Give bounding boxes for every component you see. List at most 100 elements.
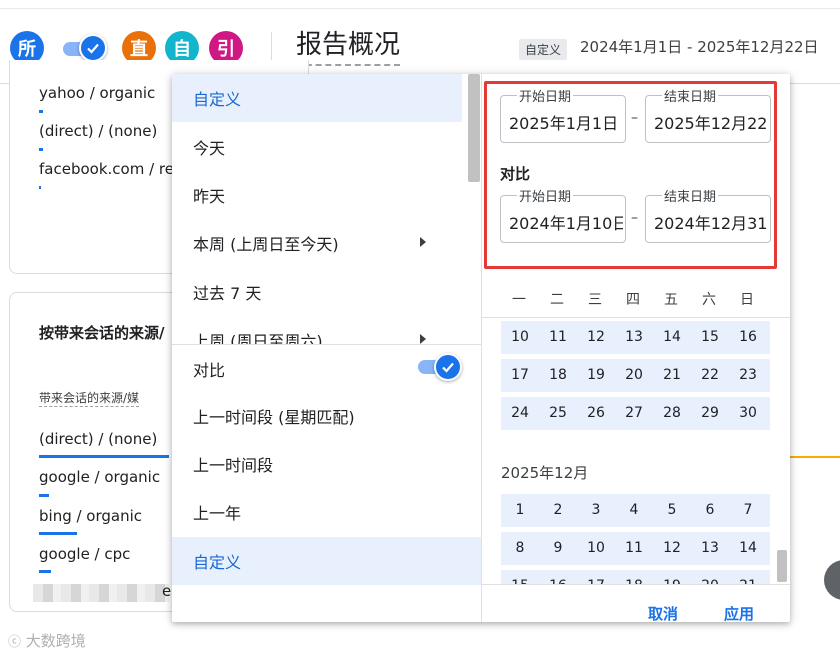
calendar-day[interactable]: 7 <box>729 494 767 527</box>
watermark-logo: ⓒ 大数跨境 <box>8 630 86 651</box>
calendar-day[interactable]: 30 <box>729 397 767 430</box>
submenu-arrow-icon <box>420 334 426 344</box>
calendar-day[interactable]: 3 <box>577 494 615 527</box>
calendar-day[interactable]: 11 <box>539 321 577 354</box>
calendar-day[interactable]: 21 <box>653 359 691 392</box>
page-title[interactable]: 报告概况 <box>296 28 401 66</box>
calendar-week: 8 9 10 11 12 13 14 <box>501 532 770 565</box>
calendar-day[interactable]: 20 <box>615 359 653 392</box>
compare-toggle[interactable] <box>418 353 462 381</box>
compare-start-date-field[interactable]: 开始日期 2024年1月10日 <box>500 186 626 243</box>
calendar-day[interactable]: 14 <box>653 321 691 354</box>
calendar-day[interactable]: 19 <box>577 359 615 392</box>
calendar-day[interactable]: 13 <box>691 532 729 565</box>
calendar-day[interactable]: 10 <box>577 532 615 565</box>
calendar-day[interactable]: 1 <box>501 494 539 527</box>
watermark-text: 大数跨境 <box>25 632 86 650</box>
calendar-day[interactable]: 10 <box>501 321 539 354</box>
check-icon <box>79 34 107 62</box>
table-row: (direct) / (none) <box>39 430 158 448</box>
calendar-day[interactable]: 16 <box>729 321 767 354</box>
segment-toggle[interactable] <box>63 34 107 62</box>
calendar-day[interactable]: 23 <box>729 359 767 392</box>
calendar-divider <box>482 317 790 318</box>
preset-last-week[interactable]: 上周 (周日至周六) <box>172 316 462 344</box>
calendar-day[interactable]: 11 <box>615 532 653 565</box>
field-label: 开始日期 <box>517 186 574 205</box>
compare-custom[interactable]: 自定义 <box>172 537 481 585</box>
compare-end-date-field[interactable]: 结束日期 2024年12月31日 <box>645 186 771 243</box>
preset-yesterday[interactable]: 昨天 <box>172 171 462 219</box>
weekday-header: 一 二 三 四 五 六 日 <box>500 289 770 313</box>
end-date-value[interactable]: 2025年12月22日 <box>654 110 768 134</box>
preset-label: 自定义 <box>193 90 242 109</box>
calendar-day[interactable]: 25 <box>539 397 577 430</box>
calendar-day[interactable]: 2 <box>539 494 577 527</box>
calendar-week: 10 11 12 13 14 15 16 <box>501 321 770 354</box>
calendar-day[interactable]: 5 <box>653 494 691 527</box>
weekday-label: 日 <box>740 292 754 308</box>
calendar-day[interactable]: 18 <box>539 359 577 392</box>
row-bar <box>39 494 49 497</box>
compare-option-label: 自定义 <box>193 553 242 572</box>
weekday-label: 一 <box>512 292 526 308</box>
row-bar <box>39 532 77 535</box>
compare-previous-year[interactable]: 上一年 <box>172 488 481 536</box>
table-row: bing / organic <box>39 507 143 525</box>
table-row: google / cpc <box>39 545 131 563</box>
column-header[interactable]: 带来会话的来源/媒 <box>39 389 140 407</box>
calendar-scrollbar[interactable] <box>777 550 787 582</box>
row-bar <box>39 455 169 458</box>
compare-previous-period-weekday[interactable]: 上一时间段 (星期匹配) <box>172 392 481 440</box>
preset-label: 昨天 <box>193 187 226 206</box>
preset-label: 上周 (周日至周六) <box>193 332 323 344</box>
calendar-day[interactable]: 24 <box>501 397 539 430</box>
cancel-button[interactable]: 取消 <box>648 603 678 622</box>
compare-start-date-value[interactable]: 2024年1月10日 <box>509 210 623 234</box>
calendar-day[interactable]: 6 <box>691 494 729 527</box>
preset-label: 过去 7 天 <box>193 284 262 303</box>
compare-end-date-value[interactable]: 2024年12月31日 <box>654 210 768 234</box>
compare-option-label: 上一时间段 (星期匹配) <box>193 408 355 427</box>
calendar-day[interactable]: 9 <box>539 532 577 565</box>
preset-custom[interactable]: 自定义 <box>172 74 462 122</box>
compare-section: 对比 上一时间段 (星期匹配) 上一时间段 上一年 自定义 <box>172 344 481 622</box>
floating-action-button[interactable] <box>824 560 840 600</box>
compare-label: 对比 <box>193 361 226 380</box>
top-divider <box>0 8 840 9</box>
date-range-chip[interactable]: 自定义 <box>519 39 568 60</box>
calendar-day[interactable]: 12 <box>653 532 691 565</box>
field-label: 开始日期 <box>517 86 574 105</box>
table-row: yahoo / organic <box>39 84 156 102</box>
dropdown-footer: 取消 应用 <box>482 584 790 622</box>
compare-option-label: 上一年 <box>193 504 242 523</box>
preset-today[interactable]: 今天 <box>172 123 462 171</box>
weekday-label: 六 <box>702 292 716 308</box>
calendar-day[interactable]: 22 <box>691 359 729 392</box>
weekday-label: 三 <box>588 292 602 308</box>
calendar-day[interactable]: 27 <box>615 397 653 430</box>
calendar-day[interactable]: 8 <box>501 532 539 565</box>
apply-button[interactable]: 应用 <box>724 603 754 622</box>
end-date-field[interactable]: 结束日期 2025年12月22日 <box>645 86 771 143</box>
start-date-value[interactable]: 2025年1月1日 <box>509 110 623 134</box>
calendar-day[interactable]: 15 <box>691 321 729 354</box>
calendar-week: 17 18 19 20 21 22 23 <box>501 359 770 392</box>
calendar-day[interactable]: 29 <box>691 397 729 430</box>
calendar-day[interactable]: 4 <box>615 494 653 527</box>
preset-label: 今天 <box>193 139 226 158</box>
date-range-text[interactable]: 2024年1月1日 - 2025年12月22日 <box>580 36 819 57</box>
compare-previous-period[interactable]: 上一时间段 <box>172 440 481 488</box>
preset-this-week[interactable]: 本周 (上周日至今天) <box>172 219 462 267</box>
calendar-day[interactable]: 12 <box>577 321 615 354</box>
chart-line-fragment <box>790 456 840 458</box>
calendar-day[interactable]: 14 <box>729 532 767 565</box>
calendar-day[interactable]: 26 <box>577 397 615 430</box>
calendar-day[interactable]: 28 <box>653 397 691 430</box>
calendar-day[interactable]: 13 <box>615 321 653 354</box>
pane-divider <box>481 74 482 622</box>
start-date-field[interactable]: 开始日期 2025年1月1日 <box>500 86 626 143</box>
preset-scrollbar[interactable] <box>468 74 480 182</box>
calendar-day[interactable]: 17 <box>501 359 539 392</box>
preset-last-7-days[interactable]: 过去 7 天 <box>172 268 462 316</box>
